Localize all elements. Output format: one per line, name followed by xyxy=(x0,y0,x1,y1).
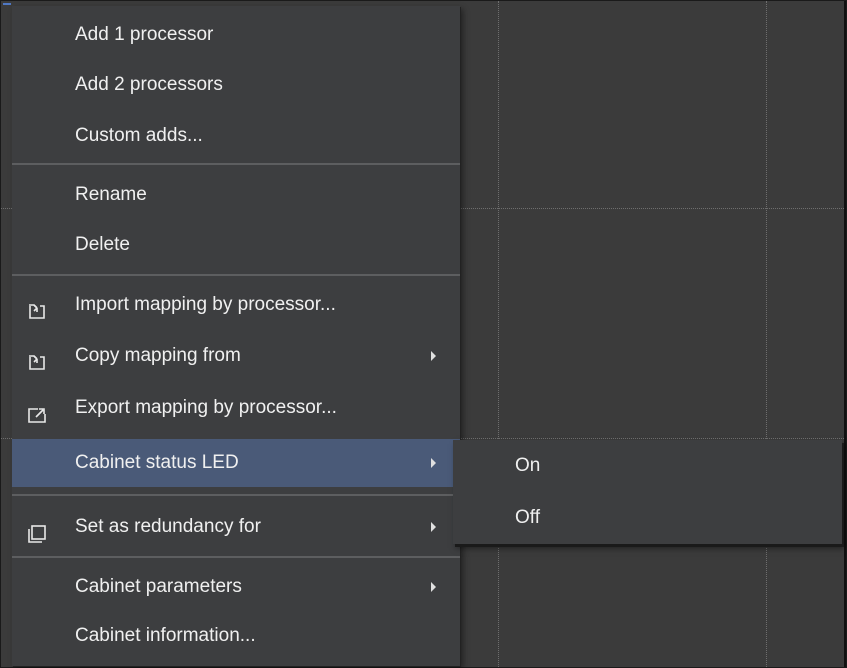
menu-item-label: Delete xyxy=(75,234,130,255)
menu-item-label: Rename xyxy=(75,184,147,205)
menu-item-set-as-redundancy[interactable]: Set as redundancy for xyxy=(12,503,460,551)
menu-item-label: Export mapping by processor... xyxy=(75,397,337,418)
cabinet-status-led-submenu: On Off xyxy=(453,440,842,544)
menu-item-add-1-processor[interactable]: Add 1 processor xyxy=(12,11,460,59)
grid-line xyxy=(498,1,499,667)
menu-item-label: Copy mapping from xyxy=(75,345,241,366)
menu-item-custom-adds[interactable]: Custom adds... xyxy=(12,112,460,160)
menu-item-label: Add 1 processor xyxy=(75,24,214,45)
menu-item-export-mapping[interactable]: Export mapping by processor... xyxy=(12,384,460,432)
grid-line xyxy=(766,1,767,667)
menu-separator xyxy=(12,163,460,165)
menu-item-cabinet-status-led[interactable]: Cabinet status LED xyxy=(12,439,460,487)
redundancy-icon xyxy=(26,516,48,543)
submenu-item-label: On xyxy=(515,455,541,476)
submenu-arrow-icon xyxy=(431,522,436,532)
menu-item-cabinet-information[interactable]: Cabinet information... xyxy=(12,612,460,660)
menu-item-copy-mapping-from[interactable]: Copy mapping from xyxy=(12,332,460,380)
import-icon xyxy=(26,345,48,370)
menu-item-label: Custom adds... xyxy=(75,125,203,146)
submenu-item-on[interactable]: On xyxy=(453,440,842,492)
menu-item-import-mapping[interactable]: Import mapping by processor... xyxy=(12,281,460,329)
context-menu: Add 1 processor Add 2 processors Custom … xyxy=(12,6,460,666)
selection-marker xyxy=(3,3,11,5)
submenu-arrow-icon xyxy=(431,351,436,361)
submenu-arrow-icon xyxy=(431,458,436,468)
menu-separator xyxy=(12,494,460,496)
menu-item-label: Import mapping by processor... xyxy=(75,294,336,315)
submenu-item-label: Off xyxy=(515,507,540,528)
menu-item-label: Cabinet information... xyxy=(75,625,256,646)
canvas-border xyxy=(844,1,846,667)
menu-item-label: Cabinet status LED xyxy=(75,452,239,473)
submenu-item-off[interactable]: Off xyxy=(453,492,842,544)
menu-item-cabinet-parameters[interactable]: Cabinet parameters xyxy=(12,563,460,611)
import-icon xyxy=(26,294,48,319)
menu-item-add-2-processors[interactable]: Add 2 processors xyxy=(12,61,460,109)
menu-item-label: Add 2 processors xyxy=(75,74,223,95)
menu-separator xyxy=(12,556,460,558)
export-icon xyxy=(26,397,48,423)
menu-separator xyxy=(12,274,460,276)
menu-item-delete[interactable]: Delete xyxy=(12,221,460,269)
menu-item-label: Cabinet parameters xyxy=(75,576,242,597)
menu-item-label: Set as redundancy for xyxy=(75,516,261,537)
submenu-arrow-icon xyxy=(431,582,436,592)
menu-item-rename[interactable]: Rename xyxy=(12,171,460,219)
